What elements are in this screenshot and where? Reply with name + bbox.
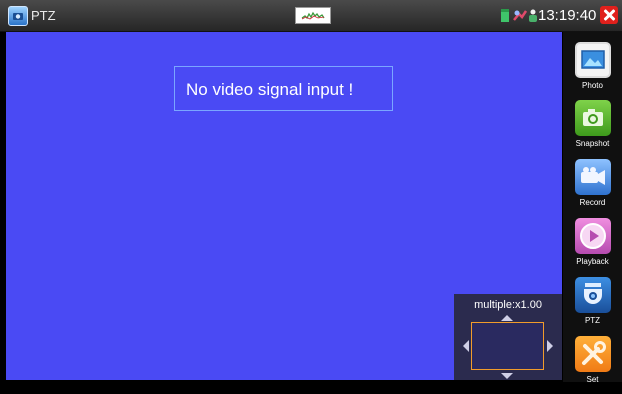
- sidebar-item-snapshot[interactable]: Snapshot: [563, 100, 622, 158]
- ptz-left-arrow-icon[interactable]: [463, 340, 469, 352]
- ptz-zoom-frame[interactable]: [471, 322, 544, 370]
- app-title: PTZ: [31, 8, 56, 23]
- photo-icon: [575, 42, 611, 78]
- signal-waveform-icon[interactable]: [295, 7, 331, 24]
- sidebar-item-photo[interactable]: Photo: [563, 42, 622, 100]
- video-display[interactable]: No video signal input ! multiple:x1.00: [6, 32, 562, 380]
- no-signal-message: No video signal input !: [174, 66, 393, 111]
- sidebar-item-ptz[interactable]: PTZ: [563, 277, 622, 335]
- ptz-down-arrow-icon[interactable]: [501, 373, 513, 379]
- play-icon: [575, 218, 611, 254]
- sidebar-label-set: Set: [586, 375, 599, 384]
- sidebar-label-ptz: PTZ: [584, 316, 601, 325]
- sidebar-item-set[interactable]: Set: [563, 336, 622, 394]
- sidebar-label-playback: Playback: [576, 257, 609, 266]
- network-cable-icon: [513, 10, 527, 21]
- sidebar-item-record[interactable]: Record: [563, 159, 622, 217]
- sidebar-item-playback[interactable]: Playback: [563, 218, 622, 276]
- sidebar: Photo Snapshot Record Playback PTZ Set: [563, 32, 622, 384]
- sd-card-icon: [501, 9, 509, 22]
- ptz-up-arrow-icon[interactable]: [501, 315, 513, 321]
- ptz-person-icon: [529, 9, 537, 22]
- tools-icon: [575, 336, 611, 372]
- sidebar-label-photo: Photo: [582, 81, 603, 90]
- ptz-right-arrow-icon[interactable]: [547, 340, 553, 352]
- sidebar-label-snapshot: Snapshot: [575, 139, 610, 148]
- camera-app-icon[interactable]: [8, 6, 28, 26]
- camera-icon: [575, 100, 611, 136]
- clock: 13:19:40: [538, 7, 597, 24]
- close-button[interactable]: [600, 6, 618, 24]
- sidebar-label-record: Record: [579, 198, 606, 207]
- ptz-control-panel: multiple:x1.00: [454, 294, 562, 380]
- ptz-dome-camera-icon: [575, 277, 611, 313]
- video-camera-icon: [575, 159, 611, 195]
- zoom-multiple-label: multiple:x1.00: [474, 299, 542, 311]
- title-bar: PTZ 13:19:40: [0, 0, 622, 32]
